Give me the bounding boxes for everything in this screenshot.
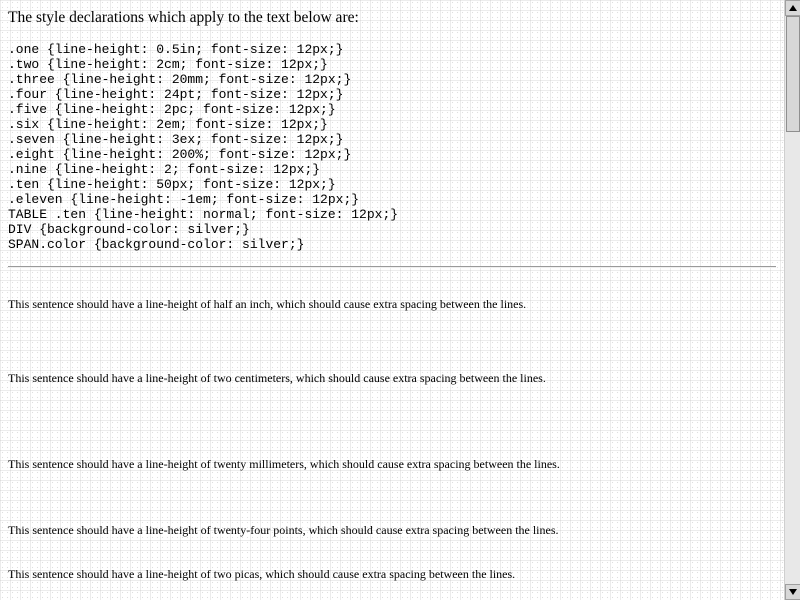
code-line: .two {line-height: 2cm; font-size: 12px;… bbox=[8, 57, 328, 72]
arrow-down-icon bbox=[789, 589, 797, 595]
vertical-scrollbar[interactable] bbox=[784, 0, 800, 600]
style-declarations-code: .one {line-height: 0.5in; font-size: 12p… bbox=[8, 42, 398, 252]
code-line: .five {line-height: 2pc; font-size: 12px… bbox=[8, 102, 336, 117]
code-line: .one {line-height: 0.5in; font-size: 12p… bbox=[8, 42, 344, 57]
line-height-sentence-one: This sentence should have a line-height … bbox=[8, 297, 527, 311]
code-line: SPAN.color {background-color: silver;} bbox=[8, 237, 305, 252]
code-line: .ten {line-height: 50px; font-size: 12px… bbox=[8, 177, 336, 192]
horizontal-rule bbox=[8, 266, 776, 268]
line-height-sentence-five: This sentence should have a line-height … bbox=[8, 567, 516, 581]
line-height-sentence-four: This sentence should have a line-height … bbox=[8, 523, 559, 537]
code-line: .eight {line-height: 200%; font-size: 12… bbox=[8, 147, 352, 162]
code-line: DIV {background-color: silver;} bbox=[8, 222, 250, 237]
code-line: .three {line-height: 20mm; font-size: 12… bbox=[8, 72, 352, 87]
scroll-up-button[interactable] bbox=[785, 0, 800, 16]
page-heading: The style declarations which apply to th… bbox=[8, 9, 359, 26]
code-line: .six {line-height: 2em; font-size: 12px;… bbox=[8, 117, 328, 132]
scrollbar-thumb[interactable] bbox=[786, 16, 800, 132]
scroll-down-button[interactable] bbox=[785, 584, 800, 600]
code-line: .eleven {line-height: -1em; font-size: 1… bbox=[8, 192, 360, 207]
arrow-up-icon bbox=[789, 5, 797, 11]
code-line: .four {line-height: 24pt; font-size: 12p… bbox=[8, 87, 344, 102]
line-height-sentence-three: This sentence should have a line-height … bbox=[8, 457, 560, 471]
page-content: The style declarations which apply to th… bbox=[0, 0, 784, 600]
code-line: .seven {line-height: 3ex; font-size: 12p… bbox=[8, 132, 344, 147]
code-line: .nine {line-height: 2; font-size: 12px;} bbox=[8, 162, 321, 177]
code-line: TABLE .ten {line-height: normal; font-si… bbox=[8, 207, 399, 222]
line-height-sentence-two: This sentence should have a line-height … bbox=[8, 371, 546, 385]
